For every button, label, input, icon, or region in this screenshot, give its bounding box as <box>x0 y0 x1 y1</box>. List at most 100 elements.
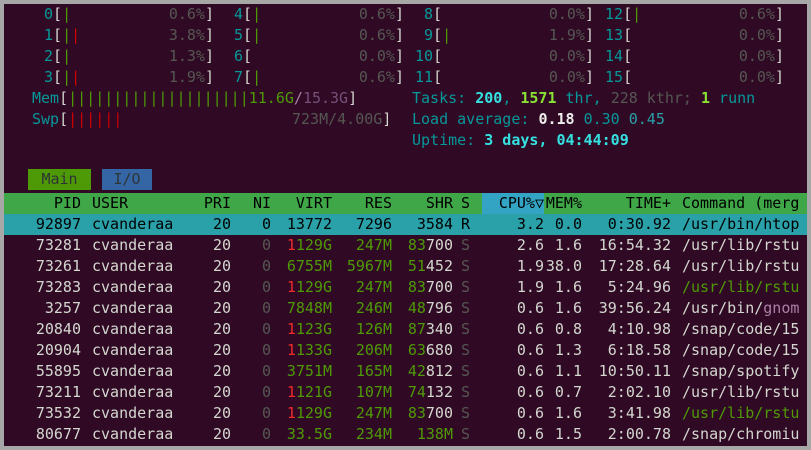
cpu-id: 14 <box>605 47 624 65</box>
cell-cpu: 0.6 <box>516 383 544 401</box>
cell-user: cvanderaa <box>92 404 174 422</box>
cpu-id: 9 <box>424 26 434 44</box>
table-row[interactable]: 20904 cvanderaa 20 0 1133G 206M 63680 S 0.6 1.3 6:… <box>4 340 807 361</box>
cell-virt: 13772 <box>286 215 332 233</box>
load-15min: 0.45 <box>628 110 665 128</box>
cell-virt: 1129G <box>286 404 332 422</box>
cpu-meter-6: 6[ <box>234 47 253 65</box>
cell-pid: 80677 <box>35 425 81 443</box>
cell-res: 165M <box>355 362 392 380</box>
cpu-bar: | <box>62 5 72 23</box>
running-count: 1 <box>701 89 711 107</box>
cell-res: 126M <box>355 320 392 338</box>
column-header-mem[interactable]: MEM% <box>544 193 582 214</box>
table-row[interactable]: 55895 cvanderaa 20 0 3751M 165M 42812 S 0.6 1.1 10… <box>4 361 807 382</box>
cpu-percent: 0.6%] <box>738 5 784 23</box>
column-header-pri[interactable]: PRI <box>194 193 231 214</box>
cpu-bar: | <box>62 47 72 65</box>
cell-cmd: /snap/code/15 <box>682 341 800 359</box>
cell-pid: 73281 <box>35 236 81 254</box>
cpu-id: 11 <box>415 68 434 86</box>
cell-pid: 73532 <box>35 404 81 422</box>
cell-cpu: 0.6 <box>516 320 544 338</box>
cpu-bar: || <box>62 68 81 86</box>
cell-shr: 74132 <box>407 383 453 401</box>
table-row[interactable]: 73532 cvanderaa 20 0 1129G 247M 83700 S 0.6 1.6 3:… <box>4 403 807 424</box>
table-row[interactable]: 20840 cvanderaa 20 0 1123G 126M 87340 S 0.6 0.8 4:… <box>4 319 807 340</box>
cell-shr: 138M <box>416 425 453 443</box>
cell-cmd: /usr/lib/rstu <box>682 383 800 401</box>
cell-cmd: /usr/lib/rstu <box>682 278 800 296</box>
table-row[interactable]: 73261 cvanderaa 20 0 6755M 5967M 51452 S 1.9 38.0… <box>4 256 807 277</box>
cell-mem: 1.3 <box>554 341 582 359</box>
column-header-cpu[interactable]: CPU%▽ <box>482 193 544 214</box>
cell-ni: 0 <box>261 425 271 443</box>
cell-shr: 83700 <box>407 236 453 254</box>
column-header-pid[interactable]: PID <box>22 193 81 214</box>
cell-res: 206M <box>355 341 392 359</box>
column-header-virt[interactable]: VIRT <box>276 193 332 214</box>
column-header-cmd[interactable]: Command (merg <box>682 193 807 214</box>
cpu-meter-15: 15[ <box>605 68 633 86</box>
column-header-res[interactable]: RES <box>337 193 392 214</box>
table-row[interactable]: 73283 cvanderaa 20 0 1129G 247M 83700 S 1.9 1.6 5:… <box>4 277 807 298</box>
cell-ni: 0 <box>261 320 271 338</box>
cell-res: 247M <box>355 236 392 254</box>
cell-res: 5967M <box>346 257 392 275</box>
tasks-label: Tasks: <box>412 89 476 107</box>
cell-pid: 55895 <box>35 362 81 380</box>
cell-ni: 0 <box>261 404 271 422</box>
tasks-count: 200 <box>475 89 503 107</box>
cell-pid: 3257 <box>44 299 81 317</box>
table-row[interactable]: 92897 cvanderaa 20 0 13772 7296 3584 R 3.2 0.0 0:3… <box>4 214 807 235</box>
cpu-id: 15 <box>605 68 624 86</box>
table-row[interactable]: 3257 cvanderaa 20 0 7848M 246M 48796 S 0.6 1.6 39:… <box>4 298 807 319</box>
cpu-meter-7: 7[| <box>234 68 262 86</box>
cell-cmd: /snap/chromiu <box>682 425 800 443</box>
cell-virt: 7848M <box>286 299 332 317</box>
cell-res: 234M <box>355 425 392 443</box>
cell-res: 247M <box>355 278 392 296</box>
cell-cpu: 1.9 <box>516 257 544 275</box>
cell-ni: 0 <box>261 299 271 317</box>
column-header-time[interactable]: TIME+ <box>589 193 671 214</box>
cpu-bar: | <box>252 5 262 23</box>
cell-mem: 0.8 <box>554 320 582 338</box>
column-header-ni[interactable]: NI <box>240 193 271 214</box>
cpu-id: 13 <box>605 26 624 44</box>
table-row[interactable]: 73211 cvanderaa 20 0 1121G 107M 74132 S 0.6 0.7 2:… <box>4 382 807 403</box>
cell-ni: 0 <box>261 236 271 254</box>
cell-time: 2:02.10 <box>607 383 671 401</box>
cpu-bar: | <box>442 26 452 44</box>
table-row[interactable]: 73281 cvanderaa 20 0 1129G 247M 83700 S 2.6 1.6 16… <box>4 235 807 256</box>
cpu-bar: | <box>252 26 262 44</box>
cell-pri: 20 <box>212 341 231 359</box>
cell-s: S <box>461 320 471 338</box>
cell-shr: 42812 <box>407 362 453 380</box>
column-header-user[interactable]: USER <box>92 193 192 214</box>
cell-res: 246M <box>355 299 392 317</box>
cell-user: cvanderaa <box>92 257 174 275</box>
column-header-shr[interactable]: SHR <box>397 193 453 214</box>
tab-io[interactable]: I/O <box>102 169 152 190</box>
cpu-meter-2: 2[| <box>44 47 72 65</box>
cpu-id: 12 <box>605 5 624 23</box>
memory-meter: Mem[||||||||||||||||||||11.6G/15.3G] <box>32 89 358 107</box>
table-row[interactable]: 80677 cvanderaa 20 0 33.5G 234M 138M S 0.6 1.5 2:0… <box>4 424 807 445</box>
cpu-id: 6 <box>234 47 244 65</box>
cell-pid: 73261 <box>35 257 81 275</box>
swap-meter: Swp[|||||| <box>32 110 123 128</box>
column-header-s[interactable]: S <box>461 193 473 214</box>
load-1min: 0.18 <box>538 110 575 128</box>
tab-main[interactable]: Main <box>28 169 91 190</box>
mem-total: 15.3G <box>302 89 349 107</box>
terminal-window[interactable]: 0[| 0.6%] 1[|| 3.8%] 2[| 1.3%] 3[|| 1.9%] 4[| 0.6… <box>4 4 807 446</box>
cpu-meter-3: 3[|| <box>44 68 81 86</box>
cell-s: R <box>461 215 471 233</box>
cell-shr: 83700 <box>407 278 453 296</box>
cell-ni: 0 <box>261 257 271 275</box>
cell-cmd: /usr/lib/rstu <box>682 257 800 275</box>
cpu-meter-9: 9[| <box>424 26 452 44</box>
cell-user: cvanderaa <box>92 362 174 380</box>
cell-mem: 1.6 <box>554 236 582 254</box>
